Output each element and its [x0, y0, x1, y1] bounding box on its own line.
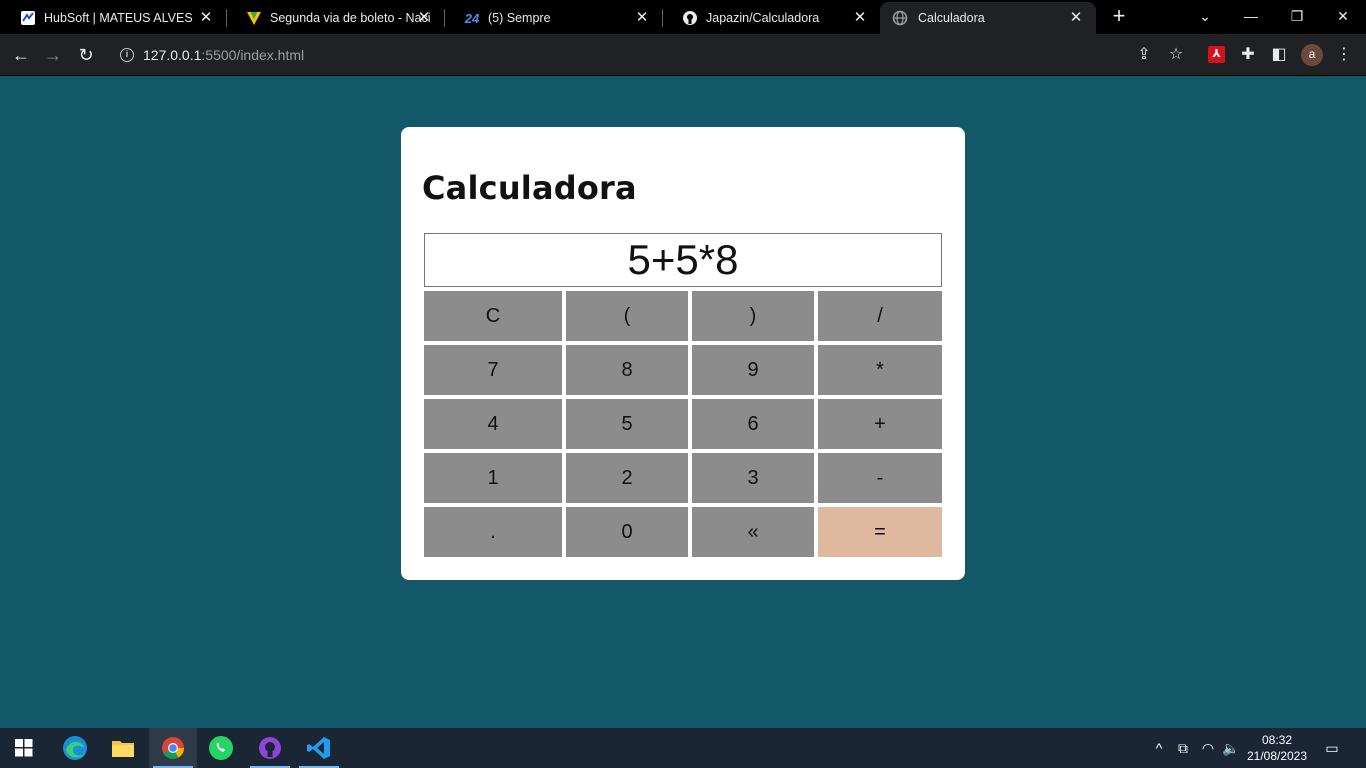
tab-search-icon[interactable]: ⌄	[1193, 4, 1217, 28]
github-icon	[682, 10, 698, 26]
digit-8-button[interactable]: 8	[566, 345, 688, 395]
digit-0-button[interactable]: 0	[566, 507, 688, 557]
clear-button[interactable]: C	[424, 291, 562, 341]
open-paren-button[interactable]: (	[566, 291, 688, 341]
menu-icon[interactable]: ⋮	[1333, 44, 1355, 66]
close-tab-icon[interactable]: ✕	[634, 10, 650, 26]
file-explorer-icon[interactable]	[99, 728, 147, 768]
url-text[interactable]: 127.0.0.1:5500/index.html	[143, 47, 304, 63]
tab-strip: HubSoft | MATEUS ALVES ✕ Segunda via de …	[0, 0, 1366, 34]
page-title: Calculadora	[422, 169, 637, 207]
system-clock[interactable]: 08:32 21/08/2023	[1244, 732, 1310, 764]
clock-time: 08:32	[1261, 733, 1293, 747]
extensions-icon[interactable]: ✚	[1237, 44, 1259, 66]
clock-date: 21/08/2023	[1246, 749, 1308, 763]
digit-3-button[interactable]: 3	[692, 453, 814, 503]
backspace-button[interactable]: «	[692, 507, 814, 557]
tab-boleto[interactable]: Segunda via de boleto - Naci ✕	[226, 2, 444, 34]
calculator-card: Calculadora 5+5*8 C()/ 7 8 9 * 4 5 6 +1 2 3-. 0 «=	[401, 127, 965, 580]
pdf-extension-icon[interactable]: ⅄	[1208, 46, 1225, 63]
digit-9-button[interactable]: 9	[692, 345, 814, 395]
profile-avatar[interactable]: a	[1301, 44, 1323, 66]
add-button[interactable]: +	[818, 399, 942, 449]
browser-toolbar: ← → ↻ i 127.0.0.1:5500/index.html ⇪ ☆ ⅄ …	[0, 34, 1366, 76]
chevron-up-icon[interactable]: ^	[1150, 738, 1168, 758]
tab-github[interactable]: Japazin/Calculadora ✕	[662, 2, 880, 34]
digit-4-button[interactable]: 4	[424, 399, 562, 449]
volume-icon[interactable]: 🔈	[1222, 738, 1240, 758]
chrome-icon[interactable]	[149, 728, 197, 768]
close-paren-button[interactable]: )	[692, 291, 814, 341]
network-icon[interactable]: ◠	[1199, 738, 1217, 758]
back-icon[interactable]: ←	[10, 44, 32, 66]
close-tab-icon[interactable]: ✕	[852, 10, 868, 26]
tab-sempre[interactable]: 24 (5) Sempre ✕	[444, 2, 662, 34]
new-tab-button[interactable]: +	[1108, 5, 1130, 28]
share-icon[interactable]: ⇪	[1133, 44, 1155, 66]
close-tab-icon[interactable]: ✕	[1068, 10, 1084, 26]
url-host: 127.0.0.1	[143, 47, 202, 63]
close-tab-icon[interactable]: ✕	[416, 10, 432, 26]
digit-6-button[interactable]: 6	[692, 399, 814, 449]
multiply-button[interactable]: *	[818, 345, 942, 395]
meet-now-icon[interactable]: ⧉	[1174, 738, 1192, 758]
restore-icon[interactable]: ❐	[1285, 4, 1309, 28]
hubsoft-icon	[20, 10, 36, 26]
tab-hubsoft[interactable]: HubSoft | MATEUS ALVES ✕	[0, 2, 226, 34]
notifications-icon[interactable]: ▭	[1323, 738, 1341, 758]
site-info-icon[interactable]: i	[120, 48, 134, 62]
24-icon: 24	[464, 10, 480, 26]
side-panel-icon[interactable]: ◧	[1268, 44, 1290, 66]
minimize-icon[interactable]: —	[1239, 4, 1263, 28]
globe-icon	[892, 10, 908, 26]
tab-calculadora[interactable]: Calculadora ✕	[880, 2, 1096, 34]
close-tab-icon[interactable]: ✕	[198, 10, 214, 26]
bookmark-star-icon[interactable]: ☆	[1165, 44, 1187, 66]
equals-button[interactable]: =	[818, 507, 942, 557]
forward-icon[interactable]: →	[42, 44, 64, 66]
reload-icon[interactable]: ↻	[75, 44, 97, 66]
start-icon[interactable]	[0, 728, 48, 768]
address-bar[interactable]: i 127.0.0.1:5500/index.html	[108, 39, 1168, 71]
calculator-display[interactable]: 5+5*8	[424, 233, 942, 287]
close-window-icon[interactable]: ✕	[1331, 4, 1355, 28]
github-desktop-icon[interactable]	[246, 728, 294, 768]
vivo-icon	[246, 10, 262, 26]
whatsapp-icon[interactable]	[197, 728, 245, 768]
decimal-button[interactable]: .	[424, 507, 562, 557]
digit-1-button[interactable]: 1	[424, 453, 562, 503]
digit-2-button[interactable]: 2	[566, 453, 688, 503]
edge-icon[interactable]	[51, 728, 99, 768]
vscode-icon[interactable]	[295, 728, 343, 768]
url-path: :5500/index.html	[201, 47, 305, 63]
digit-5-button[interactable]: 5	[566, 399, 688, 449]
windows-taskbar: ^ ⧉ ◠ 🔈 08:32 21/08/2023 ▭	[0, 728, 1366, 768]
subtract-button[interactable]: -	[818, 453, 942, 503]
digit-7-button[interactable]: 7	[424, 345, 562, 395]
divide-button[interactable]: /	[818, 291, 942, 341]
